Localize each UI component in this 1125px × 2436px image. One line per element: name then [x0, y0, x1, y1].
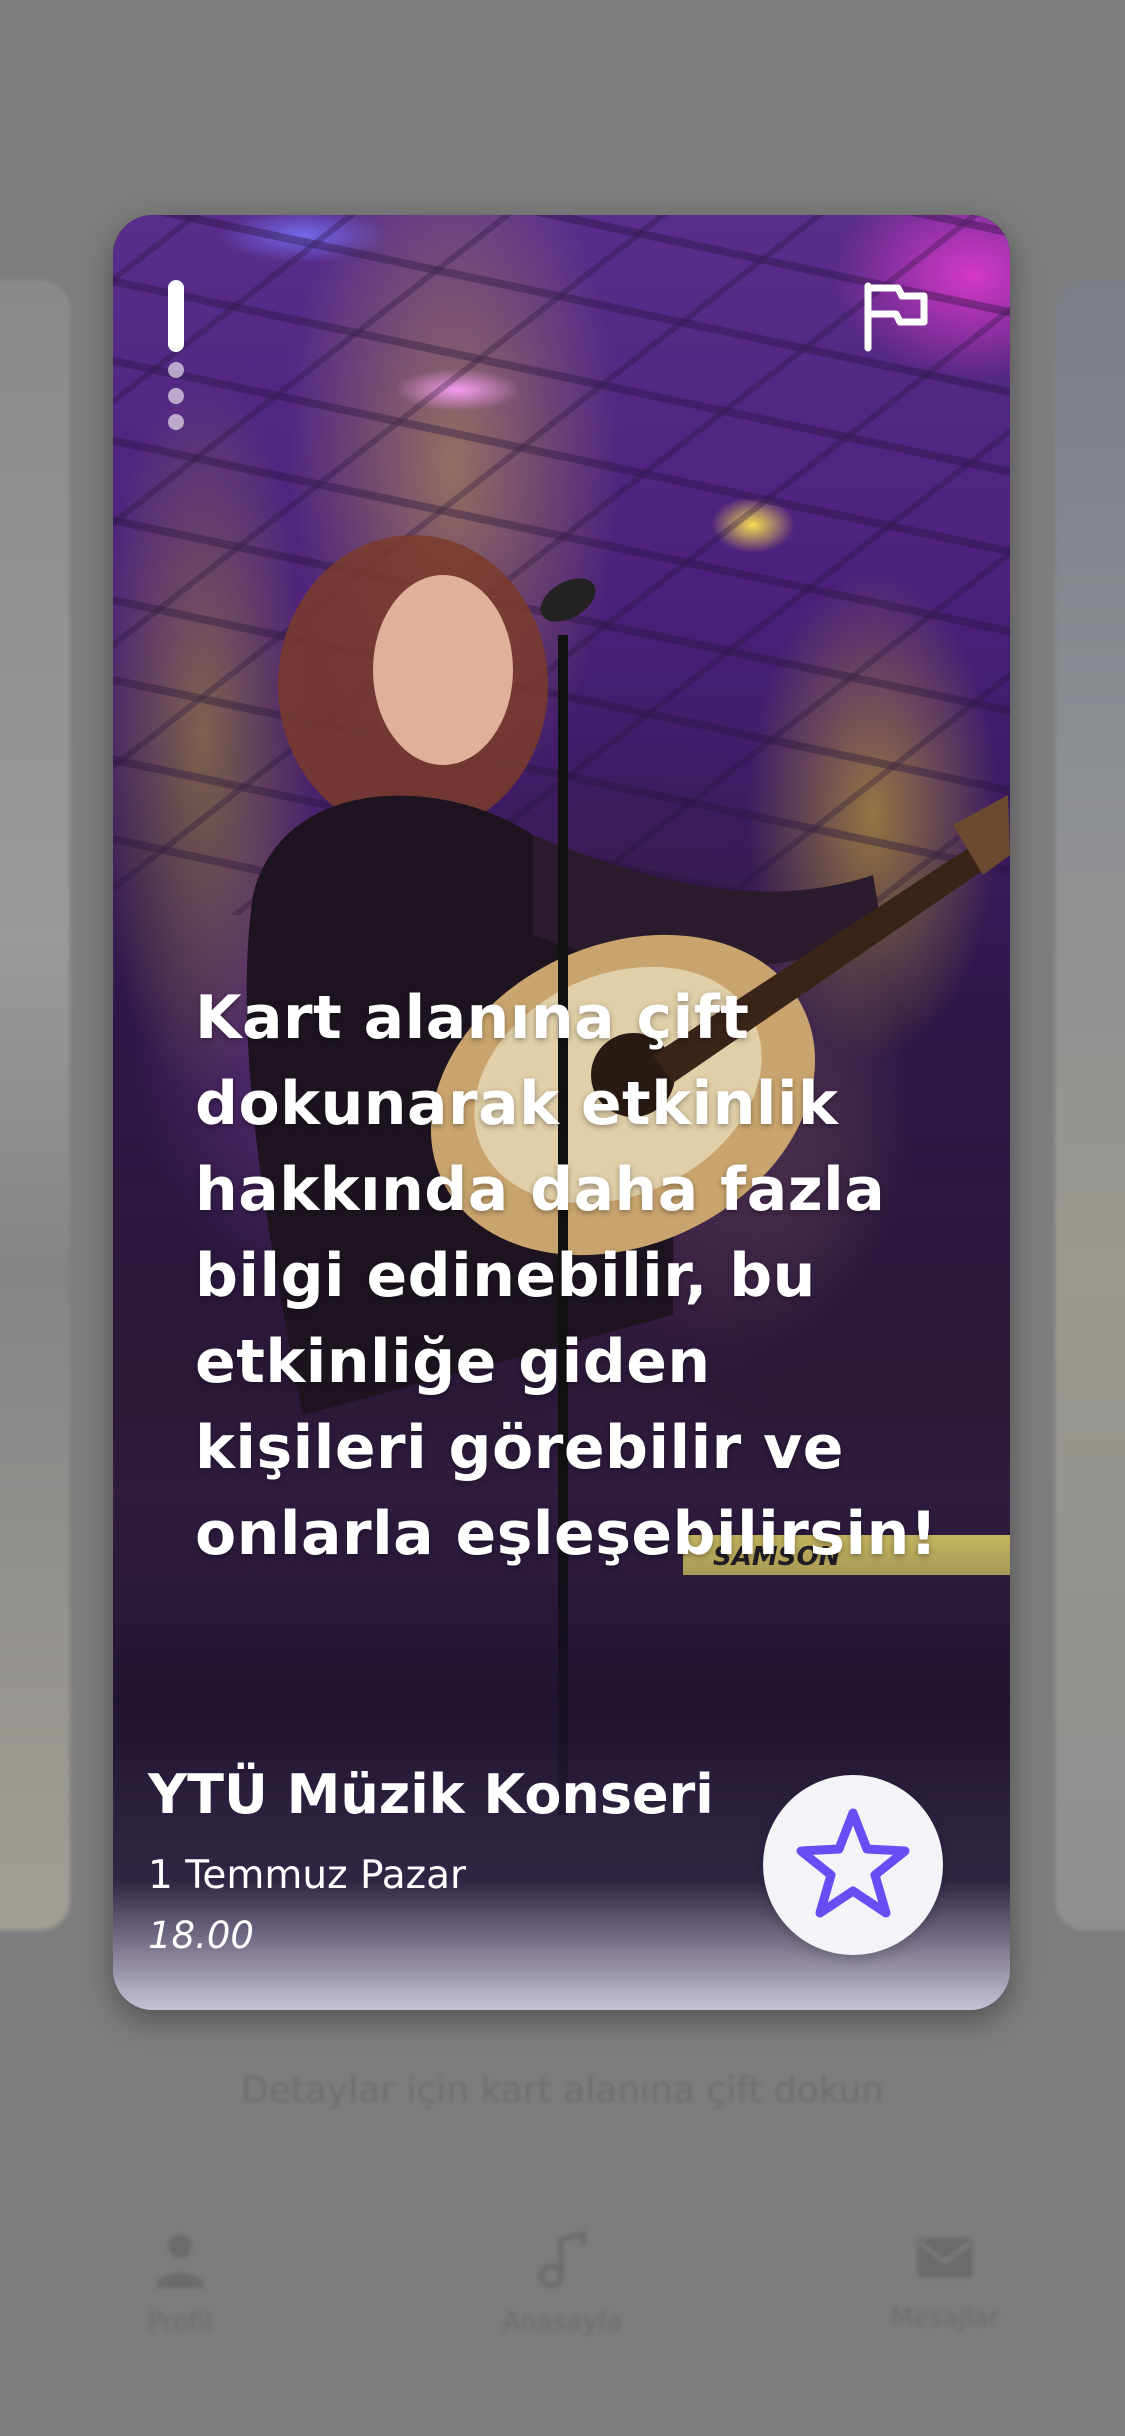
star-icon [793, 1805, 913, 1925]
music-note-icon [470, 2230, 655, 2307]
favorite-button[interactable] [763, 1775, 943, 1955]
onboarding-overlay-text: Kart alanına çift dokunarak etkinlik hak… [195, 983, 938, 1569]
person-icon [100, 2230, 260, 2307]
progress-dot [168, 388, 184, 404]
progress-dot [168, 414, 184, 430]
event-date: 1 Temmuz Pazar [148, 1853, 467, 1898]
tab-label: Anasayfa [502, 2307, 623, 2337]
progress-active-segment [168, 280, 184, 352]
report-button[interactable] [853, 275, 937, 359]
event-card[interactable]: SAMSON Kart alanına çift dokunarak etkin… [113, 215, 1010, 2010]
background-card-left [0, 280, 70, 1930]
background-hint-text: Detaylar için kart alanına çift dokun [240, 2070, 885, 2111]
mail-icon [860, 2230, 1030, 2303]
background-card-right [1055, 280, 1125, 1930]
progress-dot [168, 362, 184, 378]
background-tab-bar: Profil Anasayfa Mesajlar [0, 2200, 1125, 2436]
tab-profile: Profil [100, 2230, 260, 2337]
tab-messages: Mesajlar [860, 2230, 1030, 2333]
event-title: YTÜ Müzik Konseri [148, 1763, 714, 1826]
tab-label: Profil [147, 2307, 213, 2337]
tab-label: Mesajlar [890, 2303, 1000, 2333]
tab-home: Anasayfa [470, 2230, 655, 2337]
flag-icon [858, 278, 932, 356]
story-progress-indicator [168, 280, 184, 430]
event-time: 18.00 [148, 1914, 254, 1957]
